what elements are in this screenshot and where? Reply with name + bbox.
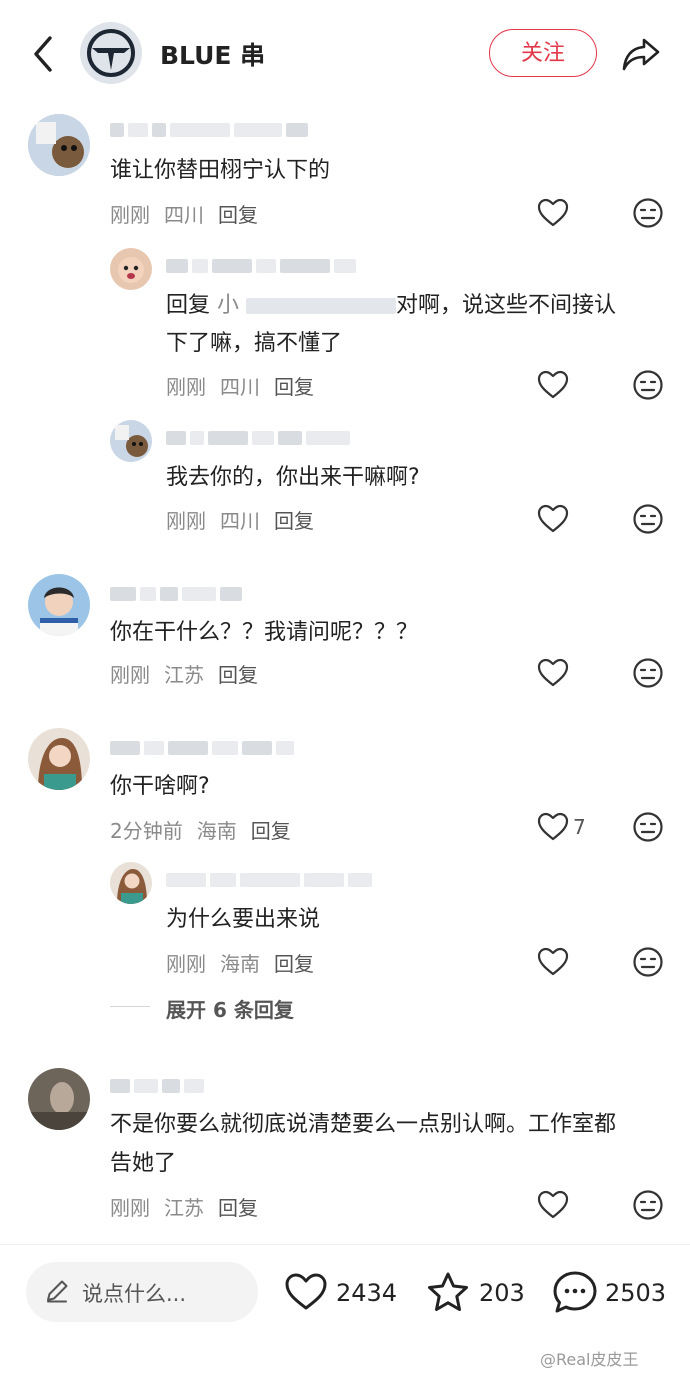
page-avatar[interactable] [80, 22, 142, 84]
expand-divider [110, 1006, 150, 1007]
comment-input-placeholder[interactable]: 说点什么... [82, 1278, 186, 1308]
reply-target[interactable]: 小 [217, 293, 239, 318]
meh-face-icon[interactable] [632, 811, 664, 843]
username-blurred[interactable] [166, 428, 350, 448]
comment-text-line2: 告她了 [110, 1151, 177, 1176]
avatar[interactable] [28, 728, 90, 790]
star-icon[interactable] [426, 1271, 470, 1313]
comment-time: 刚刚 [110, 203, 150, 227]
comment-text: 你在干什么？？我请问呢？？？ [110, 620, 419, 645]
pencil-icon [47, 1280, 68, 1303]
avatar-image [28, 1068, 90, 1130]
reply-button[interactable]: 回复 [274, 509, 314, 533]
avatar-image [28, 114, 90, 176]
meh-face-icon[interactable] [632, 503, 664, 535]
avatar[interactable] [110, 420, 152, 462]
avatar[interactable] [28, 1068, 90, 1130]
avatar[interactable] [28, 574, 90, 636]
favorites-count: 203 [479, 1279, 525, 1307]
heart-icon[interactable] [284, 1272, 328, 1312]
comments-count: 2503 [605, 1279, 667, 1307]
username-blurred[interactable] [166, 256, 356, 276]
avatar[interactable] [110, 862, 152, 904]
comment-meta: 刚刚 四川 回复 [166, 371, 328, 400]
avatar-image [110, 420, 152, 462]
heart-icon[interactable] [537, 1189, 569, 1221]
comment-time: 刚刚 [110, 663, 150, 687]
comment-text: 不是你要么就彻底说清楚要么一点别认啊。工作室都 [110, 1112, 617, 1137]
comment-location: 海南 [220, 952, 260, 976]
reply-button[interactable]: 回复 [218, 1196, 258, 1220]
heart-icon[interactable] [537, 811, 569, 843]
comment-text: 你干啥啊? [110, 774, 210, 799]
comment-time: 2分钟前 [110, 819, 183, 843]
reply-button[interactable]: 回复 [274, 952, 314, 976]
comment-text: 为什么要出来说 [166, 907, 321, 932]
page-title: BLUE 串 [160, 41, 266, 70]
reply-button[interactable]: 回复 [274, 375, 314, 399]
comment-text: 谁让你替田栩宁认下的 [110, 158, 331, 183]
chat-bubble-icon[interactable] [552, 1270, 598, 1314]
comment-time: 刚刚 [166, 509, 206, 533]
comment-location: 四川 [220, 375, 260, 399]
reply-button[interactable]: 回复 [251, 819, 291, 843]
reply-prefix: 回复 [166, 293, 211, 318]
avatar-image [28, 728, 90, 790]
share-icon[interactable] [620, 34, 662, 74]
comment-meta: 2分钟前 海南 回复 [110, 815, 305, 844]
comment-time: 刚刚 [166, 375, 206, 399]
comment-meta: 刚刚 江苏 回复 [110, 659, 272, 688]
reply-button[interactable]: 回复 [218, 203, 258, 227]
meh-face-icon[interactable] [632, 369, 664, 401]
avatar[interactable] [28, 114, 90, 176]
reply-button[interactable]: 回复 [218, 663, 258, 687]
comment-text-line2: 下了嘛，搞不懂了 [166, 331, 343, 356]
comment-location: 江苏 [164, 1196, 204, 1220]
meh-face-icon[interactable] [632, 1189, 664, 1221]
heart-icon[interactable] [537, 946, 569, 978]
avatar[interactable] [110, 248, 152, 290]
username-blurred[interactable] [110, 738, 294, 758]
username-blurred[interactable] [110, 1076, 204, 1096]
comment-location: 海南 [196, 819, 237, 843]
comment-location: 四川 [164, 203, 204, 227]
avatar-image [28, 574, 90, 636]
comment-time: 刚刚 [110, 1196, 150, 1220]
meh-face-icon[interactable] [632, 657, 664, 689]
comment-meta: 刚刚 四川 回复 [110, 199, 272, 228]
comment-time: 刚刚 [166, 952, 206, 976]
like-count: 7 [573, 815, 586, 839]
comment-meta: 刚刚 四川 回复 [166, 505, 328, 534]
comment-meta: 刚刚 江苏 回复 [110, 1192, 272, 1221]
bottom-divider [0, 1244, 690, 1245]
heart-icon[interactable] [537, 369, 569, 401]
heart-icon[interactable] [537, 197, 569, 229]
username-blurred[interactable] [110, 120, 308, 140]
avatar-image [110, 862, 152, 904]
meh-face-icon[interactable] [632, 197, 664, 229]
meh-face-icon[interactable] [632, 946, 664, 978]
expand-replies-button[interactable]: 展开 6 条回复 [166, 994, 294, 1023]
follow-button[interactable]: 关注 [489, 29, 597, 77]
avatar-image [110, 248, 152, 290]
username-blurred[interactable] [166, 870, 372, 890]
comment-meta: 刚刚 海南 回复 [166, 948, 328, 977]
reply-target-blurred [246, 298, 397, 314]
likes-count: 2434 [336, 1279, 398, 1307]
watermark: @Real皮皮王 [540, 1350, 639, 1369]
heart-icon[interactable] [537, 503, 569, 535]
username-blurred[interactable] [110, 584, 242, 604]
comment-location: 四川 [220, 509, 260, 533]
comment-text: 回复 小 对啊，说这些不间接认 [166, 293, 617, 318]
back-icon[interactable] [28, 32, 58, 76]
logo-icon [80, 22, 142, 84]
comment-location: 江苏 [164, 663, 204, 687]
comment-text: 我去你的，你出来干嘛啊? [166, 465, 420, 490]
heart-icon[interactable] [537, 657, 569, 689]
